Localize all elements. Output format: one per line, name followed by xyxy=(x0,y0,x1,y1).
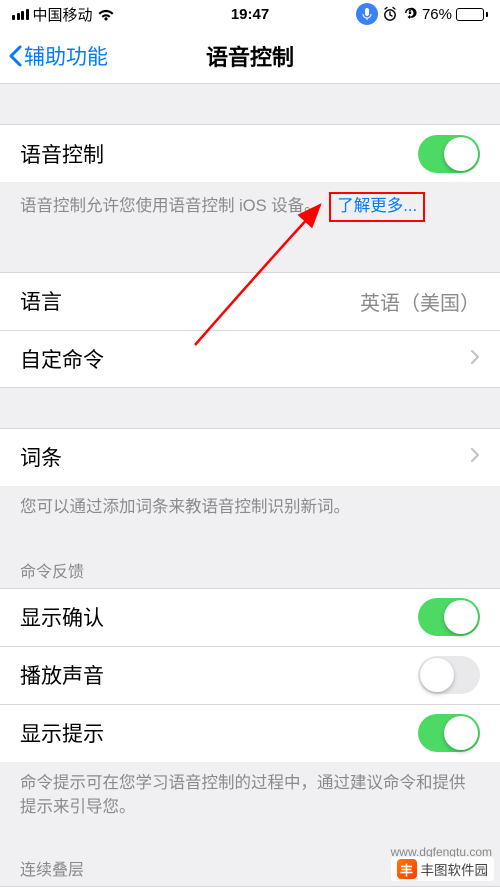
group-voice-control: 语音控制 语音控制允许您使用语音控制 iOS 设备。 了解更多... xyxy=(0,124,500,232)
highlight-box: 了解更多... xyxy=(329,192,425,222)
cell-custom-commands[interactable]: 自定命令 xyxy=(0,330,500,388)
chevron-left-icon xyxy=(8,45,22,67)
show-confirm-toggle[interactable] xyxy=(418,598,480,636)
battery-icon xyxy=(456,8,488,21)
voice-control-label: 语音控制 xyxy=(20,139,418,169)
orientation-lock-icon xyxy=(402,6,418,22)
back-button[interactable]: 辅助功能 xyxy=(0,41,108,71)
chevron-right-icon xyxy=(470,347,480,371)
watermark-logo-icon: 丰 xyxy=(397,859,417,879)
carrier-label: 中国移动 xyxy=(33,4,93,25)
cell-vocab[interactable]: 词条 xyxy=(0,428,500,486)
cell-show-confirm: 显示确认 xyxy=(0,588,500,646)
status-bar: 中国移动 19:47 76% xyxy=(0,0,500,28)
language-value: 英语（美国） xyxy=(360,287,480,316)
play-sound-toggle[interactable] xyxy=(418,656,480,694)
custom-cmd-label: 自定命令 xyxy=(20,344,462,374)
voice-control-footer: 语音控制允许您使用语音控制 iOS 设备。 了解更多... xyxy=(0,182,500,232)
status-right: 76% xyxy=(356,3,488,25)
learn-more-link[interactable]: 了解更多... xyxy=(337,197,417,215)
content: 语音控制 语音控制允许您使用语音控制 iOS 设备。 了解更多... 语言 英语… xyxy=(0,124,500,887)
group-feedback: 命令反馈 显示确认 播放声音 显示提示 命令提示可在您学习语音控制的过程中，通过… xyxy=(0,550,500,830)
feedback-header: 命令反馈 xyxy=(0,550,500,588)
vocab-label: 词条 xyxy=(20,442,462,472)
signal-icon xyxy=(12,9,29,20)
play-sound-label: 播放声音 xyxy=(20,660,418,690)
cell-voice-control: 语音控制 xyxy=(0,124,500,182)
group-language: 语言 英语（美国） 自定命令 xyxy=(0,272,500,388)
mic-indicator-icon xyxy=(356,3,378,25)
language-label: 语言 xyxy=(20,286,360,316)
cell-show-hint: 显示提示 xyxy=(0,704,500,762)
back-label: 辅助功能 xyxy=(24,41,108,71)
wifi-icon xyxy=(97,8,115,21)
watermark: 丰 丰图软件园 xyxy=(391,857,495,881)
voice-footer-text: 语音控制允许您使用语音控制 iOS 设备。 xyxy=(20,197,321,215)
show-hint-toggle[interactable] xyxy=(418,714,480,752)
cell-language[interactable]: 语言 英语（美国） xyxy=(0,272,500,330)
alarm-icon xyxy=(382,6,398,22)
vocab-footer: 您可以通过添加词条来教语音控制识别新词。 xyxy=(0,486,500,530)
battery-percent: 76% xyxy=(422,6,452,23)
group-vocab: 词条 您可以通过添加词条来教语音控制识别新词。 xyxy=(0,428,500,530)
nav-bar: 辅助功能 语音控制 xyxy=(0,28,500,84)
cell-play-sound: 播放声音 xyxy=(0,646,500,704)
status-left: 中国移动 xyxy=(12,4,115,25)
chevron-right-icon xyxy=(470,445,480,469)
voice-control-toggle[interactable] xyxy=(418,135,480,173)
page-title: 语音控制 xyxy=(206,40,294,72)
feedback-footer: 命令提示可在您学习语音控制的过程中，通过建议命令和提供提示来引导您。 xyxy=(0,762,500,830)
show-confirm-label: 显示确认 xyxy=(20,602,418,632)
watermark-brand: 丰图软件园 xyxy=(421,859,489,879)
status-time: 19:47 xyxy=(231,6,269,23)
show-hint-label: 显示提示 xyxy=(20,718,418,748)
